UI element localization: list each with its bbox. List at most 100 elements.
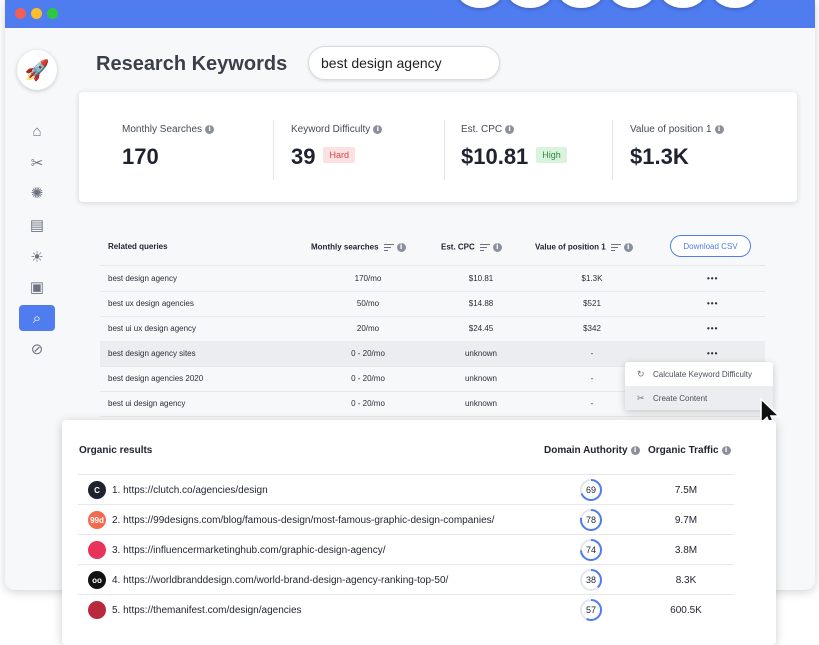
sidebar: 🚀 ⌂ ✂ ✺ ▤ ☀ ▣ ⌕ ⊘ [5, 28, 65, 590]
domain-authority-ring: 74 [579, 538, 603, 562]
worldbranddesign-logo-icon: oo [88, 571, 106, 589]
info-icon[interactable]: i [721, 445, 731, 455]
domain-authority-value: 74 [585, 545, 596, 555]
organic-traffic-value: 9.7M [674, 515, 698, 526]
close-window-button[interactable] [15, 8, 26, 19]
list-item[interactable]: 5. https://themanifest.com/design/agenci… [78, 594, 734, 625]
decorative-bubble [660, 0, 706, 8]
position-value: - [590, 399, 594, 408]
rocket-icon[interactable]: 🚀 [17, 50, 57, 90]
monthly-searches-value: 170/mo [354, 274, 382, 283]
col-related-queries: Related queries [108, 242, 168, 251]
col-monthly-searches[interactable]: Monthly searches i [311, 242, 406, 253]
query-text: best design agency sites [108, 349, 196, 358]
cpc-value: $14.88 [468, 299, 494, 308]
col-value-position-1[interactable]: Value of position 1 i [535, 242, 633, 253]
info-icon[interactable]: i [396, 243, 406, 252]
monthly-searches-value: 20/mo [356, 324, 380, 333]
result-url-link[interactable]: 1. https://clutch.co/agencies/design [112, 485, 268, 496]
browser-window-icon[interactable]: ▣ [19, 274, 55, 300]
minimize-window-button[interactable] [31, 8, 42, 19]
create-content-item[interactable]: ✂ Create Content [625, 386, 773, 410]
keyword-research-icon[interactable]: ⌕ [19, 305, 55, 331]
domain-authority-ring: 57 [579, 598, 603, 622]
list-item[interactable]: C 1. https://clutch.co/agencies/design 69 7… [78, 474, 734, 505]
metric-value: $10.81 [461, 144, 529, 169]
info-icon[interactable]: i [505, 124, 515, 134]
metric-label: Value of position 1 [630, 124, 712, 135]
menu-item-label: Calculate Keyword Difficulty [653, 369, 753, 379]
domain-authority-ring: 38 [579, 568, 603, 592]
decorative-bubble [609, 0, 655, 8]
info-icon[interactable]: i [630, 445, 640, 455]
atom-icon[interactable]: ✺ [19, 180, 55, 206]
cpc-value: $10.81 [468, 274, 494, 283]
keyword-search-input[interactable] [308, 46, 500, 80]
divider [444, 120, 445, 180]
col-label: Organic Traffic [648, 445, 719, 456]
list-item[interactable]: 99d 2. https://99designs.com/blog/famous-… [78, 504, 734, 535]
download-csv-button[interactable]: Download CSV [670, 235, 751, 257]
table-row[interactable]: best ux design agencies 50/mo $14.88 $521 ••… [100, 291, 765, 317]
domain-authority-ring: 78 [579, 508, 603, 532]
info-icon[interactable]: i [205, 124, 215, 134]
divider [273, 120, 274, 180]
domain-authority-value: 69 [585, 485, 596, 495]
cpc-value: unknown [464, 374, 498, 383]
decorative-bubble [558, 0, 604, 8]
table-row[interactable]: best design agency 170/mo $10.81 $1.3K ••• [100, 266, 765, 292]
info-icon[interactable]: i [492, 243, 502, 252]
page-title: Research Keywords [96, 53, 288, 75]
search-analytics-icon[interactable]: ⊘ [19, 336, 55, 362]
menu-item-label: Create Content [653, 393, 708, 403]
decorative-bubble [712, 0, 758, 8]
divider [612, 120, 613, 180]
result-url-link[interactable]: 2. https://99designs.com/blog/famous-des… [112, 515, 494, 526]
info-icon[interactable]: i [373, 124, 383, 134]
difficulty-badge: Hard [323, 147, 355, 164]
metric-value: $1.3K [630, 144, 689, 169]
more-options-icon[interactable]: ••• [707, 299, 718, 308]
info-icon[interactable]: i [623, 243, 633, 252]
more-options-icon[interactable]: ••• [707, 274, 718, 283]
list-item[interactable]: 3. https://influencermarketinghub.com/gr… [78, 534, 734, 565]
tools-icon[interactable]: ✂ [19, 150, 55, 176]
more-options-icon[interactable]: ••• [707, 349, 718, 358]
decorative-bubble [507, 0, 553, 8]
monthly-searches-value: 50/mo [356, 299, 380, 308]
sort-icon[interactable] [479, 242, 490, 253]
calculate-keyword-difficulty-item[interactable]: ↻ Calculate Keyword Difficulty [625, 362, 773, 386]
query-text: best design agencies 2020 [108, 374, 204, 383]
position-value: - [590, 374, 594, 383]
result-url-link[interactable]: 3. https://influencermarketinghub.com/gr… [112, 545, 385, 556]
title-bar [5, 0, 815, 28]
metrics-card: Monthly Searches i 170 Keyword Difficulty… [79, 92, 797, 202]
99designs-logo-icon: 99d [88, 511, 106, 529]
organic-results-panel: Organic results Domain Authority i Organi… [62, 420, 776, 645]
more-options-icon[interactable]: ••• [707, 324, 718, 333]
sort-icon[interactable] [383, 242, 394, 253]
lightbulb-icon[interactable]: ☀ [19, 244, 55, 270]
decorative-bubble [457, 0, 503, 8]
seo-document-icon[interactable]: ▤ [19, 212, 55, 238]
table-row[interactable]: best ui ux design agency 20/mo $24.45 $342 •… [100, 316, 765, 342]
position-value: $342 [583, 324, 601, 333]
info-icon[interactable]: i [714, 124, 724, 134]
list-item[interactable]: oo 4. https://worldbranddesign.com/world-… [78, 564, 734, 595]
result-url-link[interactable]: 4. https://worldbranddesign.com/world-br… [112, 575, 448, 586]
col-label: Est. CPC [441, 242, 475, 252]
position-value: $521 [583, 299, 601, 308]
organic-traffic-value: 7.5M [674, 485, 698, 496]
influencer-hub-logo-icon [88, 541, 106, 559]
maximize-window-button[interactable] [47, 8, 58, 19]
result-url-link[interactable]: 5. https://themanifest.com/design/agenci… [112, 605, 302, 616]
position-value: $1.3K [581, 274, 603, 283]
content-icon: ✂ [637, 392, 645, 403]
home-icon[interactable]: ⌂ [19, 118, 55, 144]
col-est-cpc[interactable]: Est. CPC i [441, 242, 502, 253]
sort-icon[interactable] [610, 242, 621, 253]
organic-traffic-value: 8.3K [675, 575, 697, 586]
col-label: Domain Authority [544, 445, 628, 456]
monthly-searches-value: 0 - 20/mo [351, 399, 385, 408]
organic-traffic-value: 3.8M [674, 545, 698, 556]
